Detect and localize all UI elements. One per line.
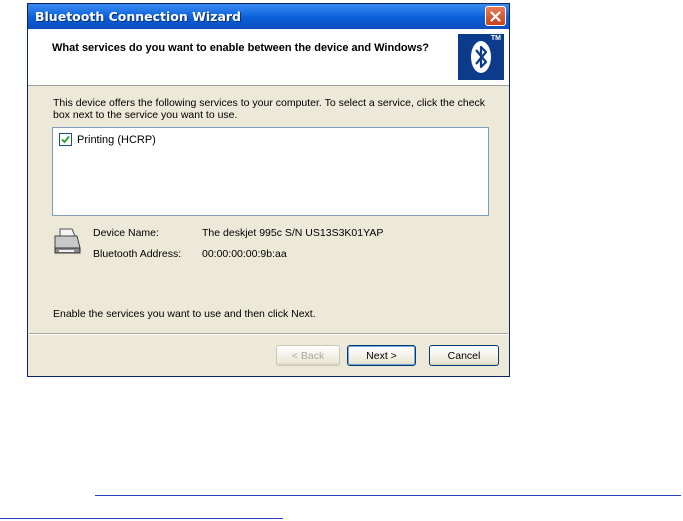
services-list[interactable]: Printing (HCRP) <box>52 127 489 216</box>
cancel-button[interactable]: Cancel <box>429 345 499 366</box>
close-icon <box>490 10 501 22</box>
window-title: Bluetooth Connection Wizard <box>35 9 242 24</box>
hyperlink-underline[interactable] <box>0 518 283 519</box>
trademark-mark: TM <box>490 35 501 42</box>
bluetooth-wizard-window: Bluetooth Connection Wizard What service… <box>27 3 510 377</box>
back-button[interactable]: < Back <box>276 345 340 366</box>
services-description: This device offers the following service… <box>53 97 486 121</box>
bluetooth-logo-icon: TM <box>458 34 504 80</box>
bluetooth-address-label: Bluetooth Address: <box>93 248 182 260</box>
bluetooth-address-value: 00:00:00:00:9b:aa <box>202 248 287 260</box>
printing-checkbox[interactable] <box>59 133 72 146</box>
device-name-value: The deskjet 995c S/N US13S3K01YAP <box>202 227 384 239</box>
wizard-header: What services do you want to enable betw… <box>28 29 509 86</box>
title-bar[interactable]: Bluetooth Connection Wizard <box>28 4 509 29</box>
wizard-question: What services do you want to enable betw… <box>52 42 430 54</box>
list-item[interactable]: Printing (HCRP) <box>59 133 156 146</box>
close-button[interactable] <box>485 6 506 26</box>
instruction-text: Enable the services you want to use and … <box>53 308 316 320</box>
printer-icon <box>54 228 81 254</box>
device-name-label: Device Name: <box>93 227 159 239</box>
checkmark-icon <box>61 135 70 144</box>
hyperlink-underline[interactable] <box>95 495 681 496</box>
service-label: Printing (HCRP) <box>77 133 156 146</box>
footer-divider <box>29 333 508 335</box>
next-button[interactable]: Next > <box>347 345 416 366</box>
